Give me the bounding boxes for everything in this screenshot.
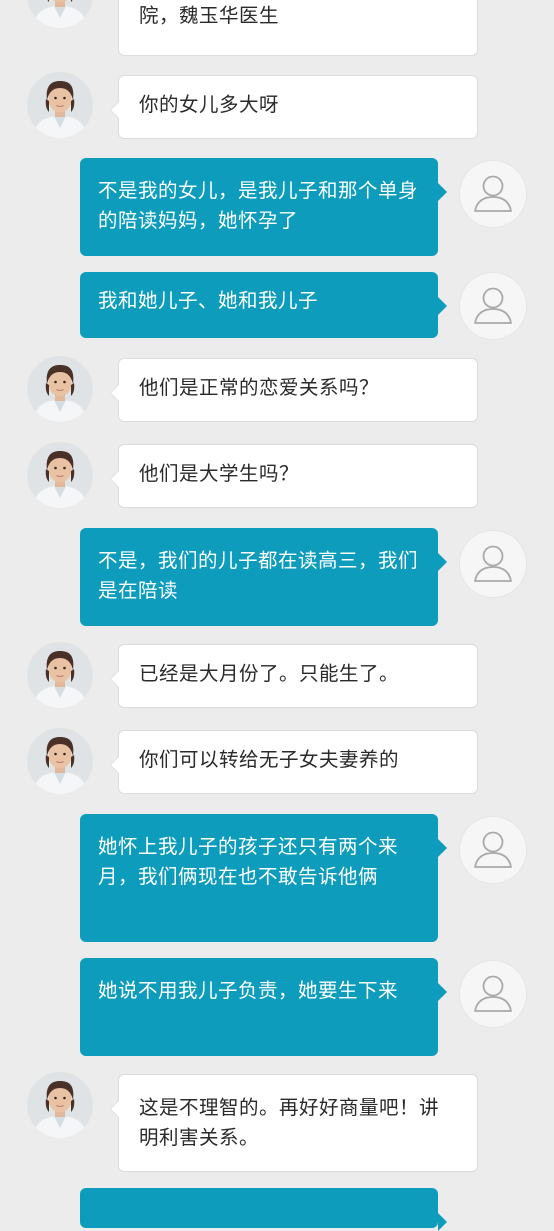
message-row-outgoing: 她怀上我儿子的孩子还只有两个来月，我们俩现在也不敢告诉他俩 <box>0 814 554 944</box>
message-bubble-incoming: 已经是大月份了。只能生了。 <box>110 644 478 708</box>
message-row-outgoing: 我和她儿子、她和我儿子 <box>0 272 554 342</box>
message-bubble-incoming: 他们是正常的恋爱关系吗？ <box>110 358 478 422</box>
message-row-outgoing: 她说不用我儿子负责，她要生下来 <box>0 958 554 1058</box>
doctor-avatar[interactable] <box>27 642 93 708</box>
message-row-outgoing <box>0 1188 554 1231</box>
doctor-avatar[interactable] <box>27 72 93 138</box>
message-bubble-incoming: 这是不理智的。再好好商量吧！讲明利害关系。 <box>110 1074 478 1172</box>
message-bubble-incoming: 你们可以转给无子女夫妻养的 <box>110 730 478 794</box>
doctor-avatar[interactable] <box>27 1072 93 1138</box>
message-row-incoming: 这是不理智的。再好好商量吧！讲明利害关系。 <box>0 1072 554 1172</box>
doctor-avatar[interactable] <box>27 728 93 794</box>
message-row-incoming: 这件事我想咨询北京大学人民医院，魏玉华医生 <box>0 0 554 60</box>
message-row-incoming: 他们是大学生吗？ <box>0 442 554 512</box>
user-avatar-icon[interactable] <box>460 161 526 227</box>
message-bubble-outgoing: 不是我的女儿，是我儿子和那个单身的陪读妈妈，她怀孕了 <box>80 158 447 256</box>
message-bubble-outgoing: 她怀上我儿子的孩子还只有两个来月，我们俩现在也不敢告诉他俩 <box>80 814 447 942</box>
user-avatar-icon[interactable] <box>460 531 526 597</box>
doctor-avatar[interactable] <box>27 356 93 422</box>
message-bubble-outgoing: 她说不用我儿子负责，她要生下来 <box>80 958 447 1056</box>
user-avatar-icon[interactable] <box>460 961 526 1027</box>
doctor-avatar[interactable] <box>27 0 93 28</box>
user-avatar-icon[interactable] <box>460 817 526 883</box>
message-bubble-outgoing: 不是，我们的儿子都在读高三，我们是在陪读 <box>80 528 447 626</box>
message-row-incoming: 你们可以转给无子女夫妻养的 <box>0 728 554 798</box>
message-row-incoming: 已经是大月份了。只能生了。 <box>0 642 554 712</box>
message-bubble-outgoing: 我和她儿子、她和我儿子 <box>80 272 447 338</box>
message-bubble-outgoing <box>80 1188 447 1231</box>
message-bubble-incoming: 他们是大学生吗？ <box>110 444 478 508</box>
message-row-incoming: 你的女儿多大呀 <box>0 72 554 142</box>
message-bubble-incoming: 这件事我想咨询北京大学人民医院，魏玉华医生 <box>118 0 478 56</box>
doctor-avatar[interactable] <box>27 442 93 508</box>
message-row-outgoing: 不是，我们的儿子都在读高三，我们是在陪读 <box>0 528 554 628</box>
message-row-outgoing: 不是我的女儿，是我儿子和那个单身的陪读妈妈，她怀孕了 <box>0 158 554 258</box>
message-bubble-incoming: 你的女儿多大呀 <box>110 75 478 139</box>
chat-thread: 这件事我想咨询北京大学人民医院，魏玉华医生 你的女儿多大呀 不是我的女儿，是我儿… <box>0 0 554 1231</box>
user-avatar-icon[interactable] <box>460 273 526 339</box>
message-row-incoming: 他们是正常的恋爱关系吗？ <box>0 356 554 426</box>
